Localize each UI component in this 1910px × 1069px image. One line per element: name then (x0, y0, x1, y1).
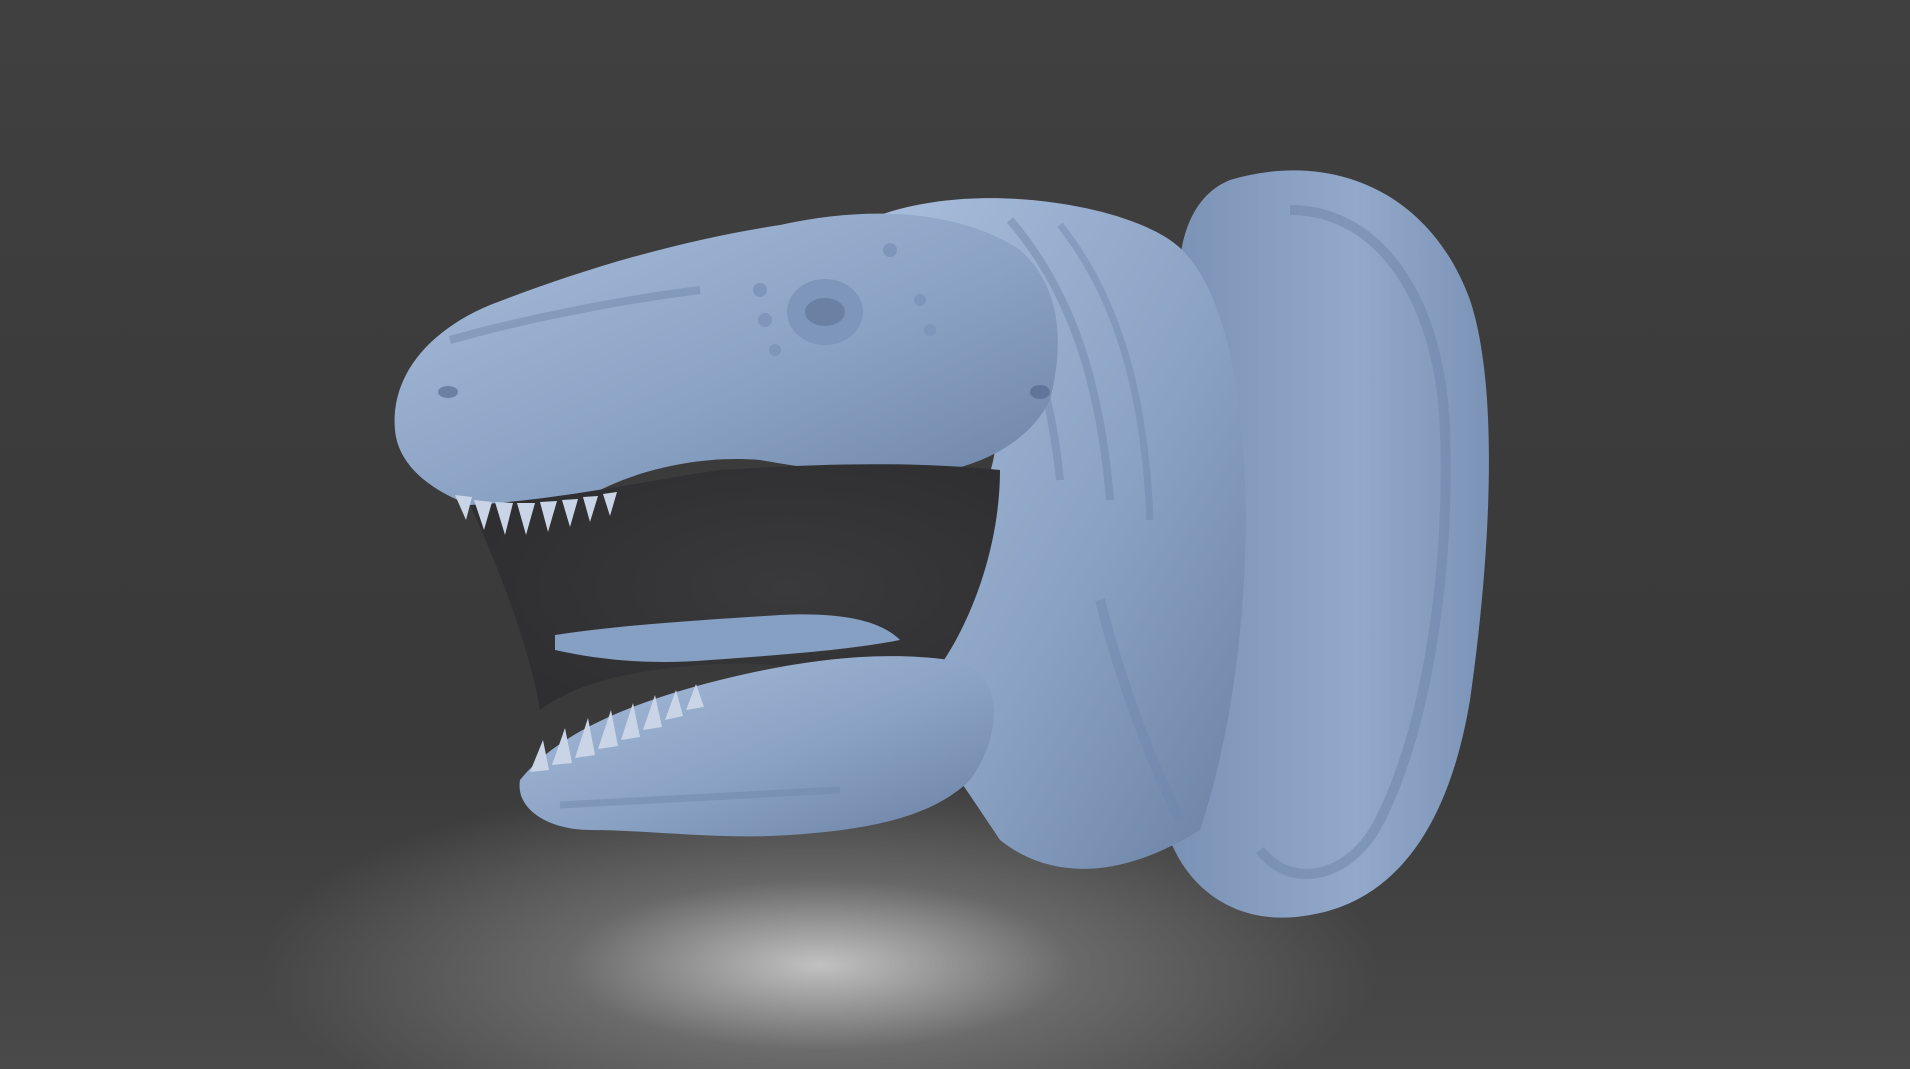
render-viewport (0, 0, 1910, 1069)
eye-icon (805, 298, 845, 326)
dinosaur-head-render (394, 170, 1489, 918)
nostril (438, 386, 458, 398)
